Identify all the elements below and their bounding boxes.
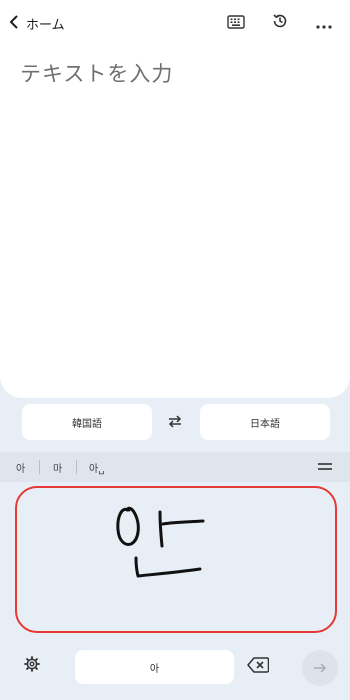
more-button[interactable]: [311, 10, 337, 36]
swap-languages-button[interactable]: [162, 410, 188, 434]
swap-icon: [166, 413, 184, 432]
back-button[interactable]: ホーム: [8, 10, 65, 36]
history-icon: [271, 12, 289, 34]
gear-icon: [24, 656, 40, 676]
suggestion-item[interactable]: 아: [16, 458, 25, 476]
menu-button[interactable]: [314, 458, 336, 476]
suggestion-bar: 아 마 아␣: [0, 452, 350, 482]
suggestion-item[interactable]: 마: [53, 458, 62, 476]
source-language-button[interactable]: 韓国語: [22, 404, 152, 440]
text-panel: ホーム テキストを入力: [0, 0, 350, 398]
target-language-button[interactable]: 日本語: [200, 404, 330, 440]
top-bar: ホーム: [0, 0, 350, 46]
candidate-button[interactable]: 아: [75, 650, 234, 684]
keyboard-button[interactable]: [223, 10, 249, 36]
history-button[interactable]: [267, 10, 293, 36]
handwriting-strokes: [116, 506, 205, 578]
more-icon: [316, 14, 332, 33]
suggestion-item[interactable]: 아␣: [89, 458, 105, 476]
send-button[interactable]: [302, 650, 338, 686]
back-label: ホーム: [26, 17, 65, 33]
settings-button[interactable]: [20, 654, 44, 678]
backspace-button[interactable]: [243, 655, 273, 679]
backspace-icon: [247, 657, 270, 677]
divider: [76, 460, 77, 474]
arrow-right-icon: [313, 659, 327, 678]
text-input[interactable]: テキストを入力: [20, 58, 330, 92]
keyboard-icon: [227, 14, 245, 33]
divider: [39, 460, 40, 474]
handwriting-canvas[interactable]: [15, 486, 337, 633]
chevron-left-icon: [8, 14, 20, 33]
